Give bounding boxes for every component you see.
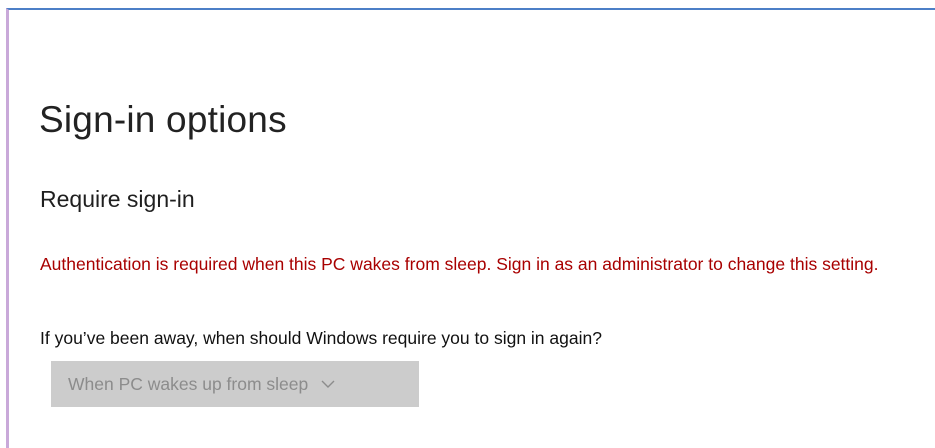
settings-window: Sign-in options Require sign-in Authenti…: [6, 8, 935, 448]
signin-question-text: If you’ve been away, when should Windows…: [40, 328, 602, 348]
require-signin-dropdown[interactable]: When PC wakes up from sleep: [51, 361, 419, 407]
dropdown-selected-value: When PC wakes up from sleep: [68, 373, 309, 394]
page-title: Sign-in options: [39, 99, 287, 140]
chevron-down-icon: [321, 377, 335, 391]
require-signin-heading: Require sign-in: [40, 186, 195, 212]
admin-warning-text: Authentication is required when this PC …: [40, 254, 879, 274]
